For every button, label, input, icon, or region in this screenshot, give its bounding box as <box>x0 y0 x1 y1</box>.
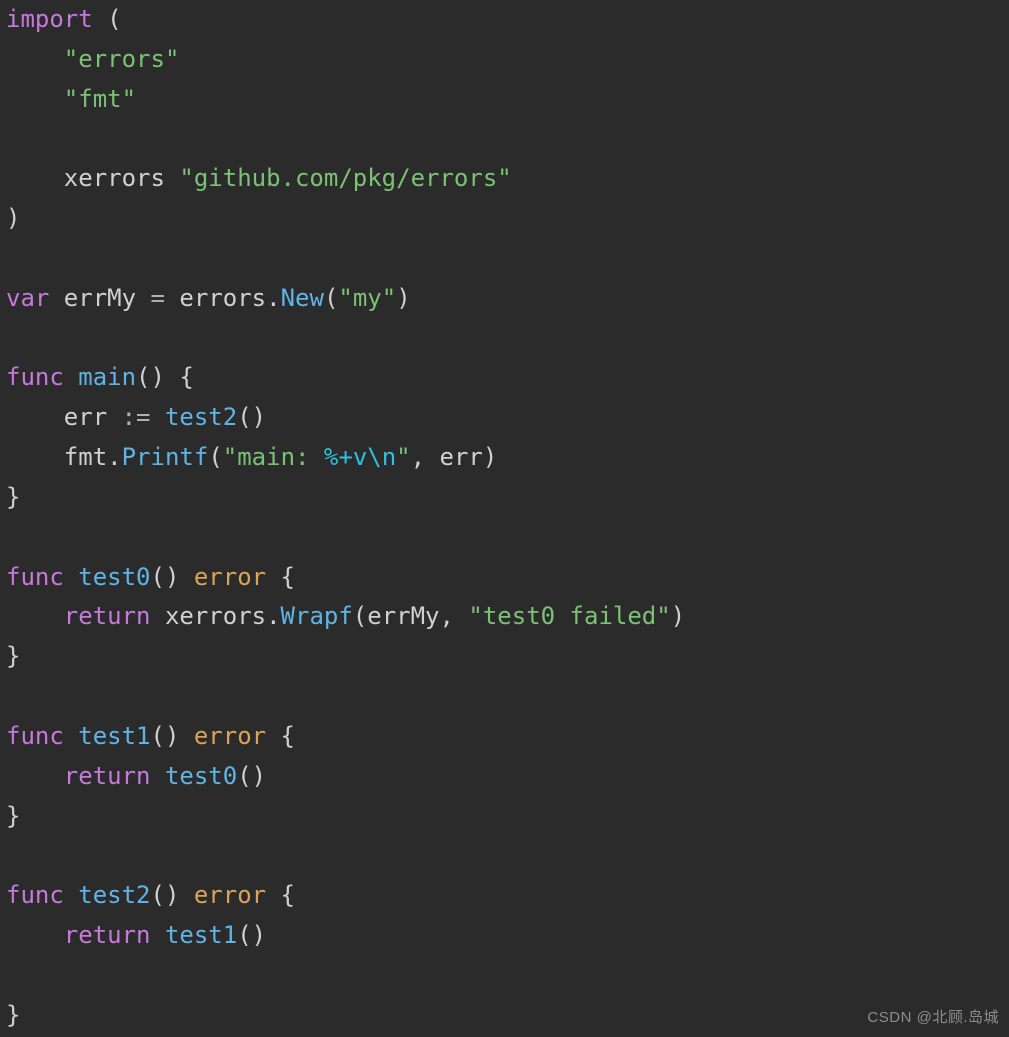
code-token: () <box>237 403 266 431</box>
code-token: { <box>266 563 295 591</box>
code-token: import <box>6 5 93 33</box>
code-token: ) <box>6 204 20 232</box>
code-token: ( <box>208 443 222 471</box>
code-token: return <box>64 602 151 630</box>
code-token: fmt <box>64 443 107 471</box>
code-token <box>6 403 64 431</box>
code-token: ) <box>671 602 685 630</box>
code-token: { <box>266 881 295 909</box>
code-token: "fmt" <box>64 85 136 113</box>
code-token: err <box>440 443 483 471</box>
code-token: test2 <box>78 881 150 909</box>
code-token: . <box>266 602 280 630</box>
code-token: } <box>6 642 20 670</box>
code-token: return <box>64 762 151 790</box>
code-token <box>6 85 64 113</box>
code-token: %+v\n <box>324 443 396 471</box>
code-token: Wrapf <box>281 602 353 630</box>
code-token: error <box>194 722 266 750</box>
code-token: . <box>266 284 280 312</box>
code-token: New <box>281 284 324 312</box>
code-token <box>6 164 64 192</box>
code-token: error <box>194 881 266 909</box>
code-token: () <box>151 722 194 750</box>
code-token <box>6 443 64 471</box>
code-token <box>151 403 165 431</box>
code-token: () { <box>136 363 194 391</box>
code-token: ) <box>483 443 497 471</box>
code-token: , <box>440 602 469 630</box>
code-token: error <box>194 563 266 591</box>
watermark: CSDN @北顾.岛城 <box>867 1006 999 1031</box>
code-token: ( <box>93 5 122 33</box>
code-token: Printf <box>122 443 209 471</box>
code-token: "my" <box>338 284 396 312</box>
code-token <box>6 762 64 790</box>
code-token: func <box>6 722 64 750</box>
code-token: () <box>237 762 266 790</box>
code-token: "errors" <box>64 45 180 73</box>
code-token: var <box>6 284 49 312</box>
code-token: " <box>396 443 410 471</box>
code-token: , <box>411 443 440 471</box>
code-content: import ( "errors" "fmt" xerrors "github.… <box>6 5 685 1029</box>
code-token <box>151 921 165 949</box>
code-token: = <box>151 284 165 312</box>
code-token <box>64 881 78 909</box>
code-token: errMy <box>367 602 439 630</box>
code-token: func <box>6 363 64 391</box>
code-token: xerrors <box>151 602 267 630</box>
code-token: errMy <box>49 284 150 312</box>
code-token <box>64 563 78 591</box>
code-token <box>6 602 64 630</box>
code-token: { <box>266 722 295 750</box>
code-token: func <box>6 563 64 591</box>
code-token: "test0 failed" <box>468 602 670 630</box>
code-token: test1 <box>78 722 150 750</box>
code-token: "main: <box>223 443 324 471</box>
code-token: main <box>78 363 136 391</box>
code-token: test2 <box>165 403 237 431</box>
code-token: test0 <box>78 563 150 591</box>
code-block: import ( "errors" "fmt" xerrors "github.… <box>0 0 1009 1036</box>
code-token <box>64 363 78 391</box>
code-token: ( <box>353 602 367 630</box>
code-token: ) <box>396 284 410 312</box>
code-token: () <box>237 921 266 949</box>
code-token: errors <box>165 284 266 312</box>
code-token: test0 <box>165 762 237 790</box>
code-token <box>6 45 64 73</box>
code-token: := <box>122 403 151 431</box>
code-token: "github.com/pkg/errors" <box>179 164 511 192</box>
code-token: xerrors <box>64 164 180 192</box>
code-token: func <box>6 881 64 909</box>
code-token: } <box>6 802 20 830</box>
code-token: } <box>6 1001 20 1029</box>
code-token: } <box>6 483 20 511</box>
code-token <box>6 921 64 949</box>
code-token <box>151 762 165 790</box>
code-token: () <box>151 881 194 909</box>
code-token: return <box>64 921 151 949</box>
code-token: ( <box>324 284 338 312</box>
code-token <box>64 722 78 750</box>
code-token: . <box>107 443 121 471</box>
code-token: test1 <box>165 921 237 949</box>
code-token: () <box>151 563 194 591</box>
code-token: err <box>64 403 122 431</box>
